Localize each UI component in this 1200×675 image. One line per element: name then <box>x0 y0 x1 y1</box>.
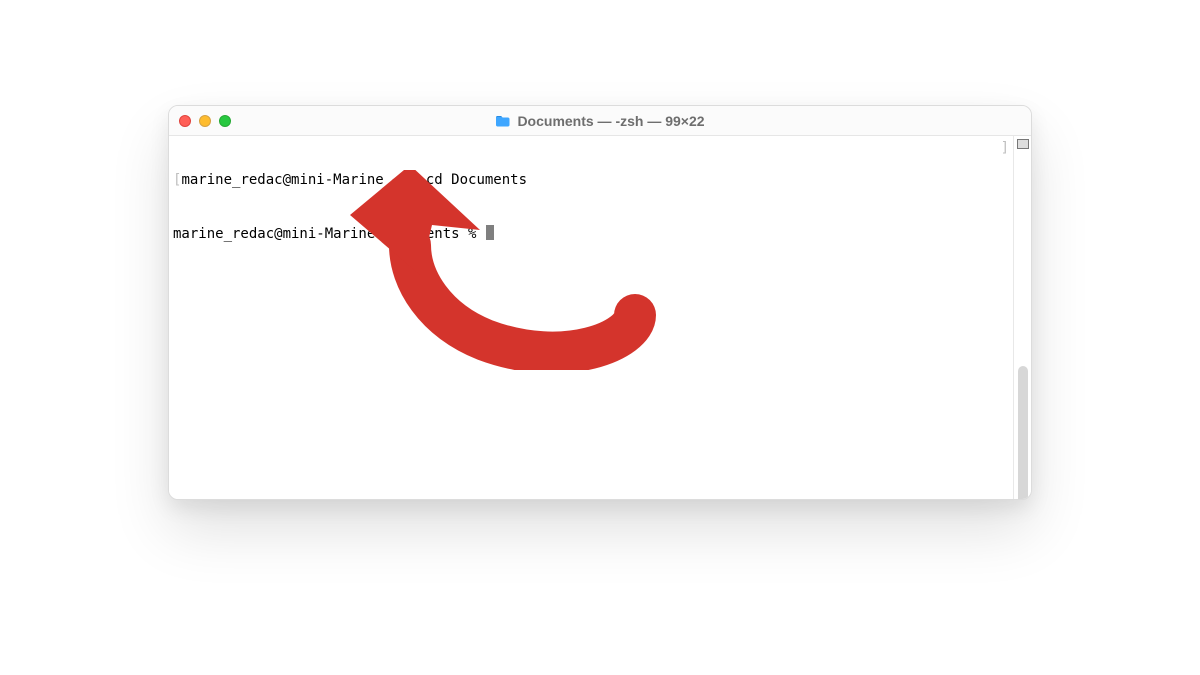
folder-icon <box>495 114 511 128</box>
traffic-lights <box>179 115 231 127</box>
zoom-button[interactable] <box>219 115 231 127</box>
terminal-line-1: marine_redac@mini-Marine ~ % cd Document… <box>173 172 1009 189</box>
window-title: Documents — -zsh — 99×22 <box>169 113 1031 129</box>
terminal-window: Documents — -zsh — 99×22 marine_redac@mi… <box>168 105 1032 500</box>
close-button[interactable] <box>179 115 191 127</box>
minimize-button[interactable] <box>199 115 211 127</box>
right-bracket-glyph: ] <box>1001 140 1009 157</box>
scrollbar-thumb[interactable] <box>1018 366 1028 500</box>
command-1: cd Documents <box>426 172 527 188</box>
text-cursor <box>486 225 494 240</box>
terminal-line-2: marine_redac@mini-Marine Documents % <box>173 223 1009 243</box>
window-title-text: Documents — -zsh — 99×22 <box>517 113 704 129</box>
prompt-2: marine_redac@mini-Marine Documents % <box>173 226 485 242</box>
stage: Documents — -zsh — 99×22 marine_redac@mi… <box>0 0 1200 675</box>
prompt-1: marine_redac@mini-Marine ~ % <box>181 172 425 188</box>
terminal-content[interactable]: marine_redac@mini-Marine ~ % cd Document… <box>169 136 1013 499</box>
terminal-area[interactable]: marine_redac@mini-Marine ~ % cd Document… <box>169 136 1031 499</box>
titlebar[interactable]: Documents — -zsh — 99×22 <box>169 106 1031 136</box>
gutter-icon <box>1017 139 1029 149</box>
